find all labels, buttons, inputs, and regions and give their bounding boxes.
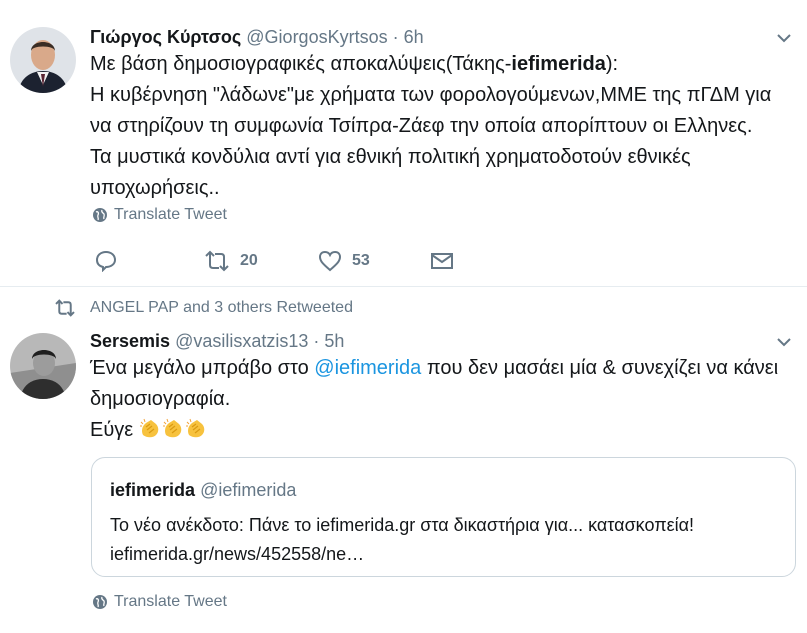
bold-text: iefimerida	[511, 53, 606, 75]
retweeted-by-banner[interactable]: ANGEL PAP and 3 others Retweeted	[54, 299, 353, 317]
globe-icon	[93, 208, 107, 222]
text-segment: Εύγε	[90, 419, 134, 441]
like-button[interactable]: 53	[318, 250, 430, 272]
quoted-author-name: iefimerida	[110, 480, 196, 500]
retweet-count: 20	[240, 252, 258, 269]
translate-tweet-link[interactable]: Translate Tweet	[92, 206, 227, 224]
chevron-down-icon[interactable]	[775, 333, 793, 351]
avatar[interactable]	[10, 27, 76, 93]
chevron-down-icon[interactable]	[775, 29, 793, 47]
text-segment: Ένα μεγάλο μπράβο στο	[90, 357, 315, 379]
tweet-sersemis[interactable]: ANGEL PAP and 3 others Retweeted Sersemi…	[0, 287, 807, 633]
retweeted-by-label: ANGEL PAP and 3 others Retweeted	[90, 299, 353, 316]
globe-icon	[93, 595, 107, 609]
tweet-actions: 20 53	[94, 250, 454, 272]
clapping-hands-icon	[139, 418, 159, 438]
tweet-text-line: Η κυβέρνηση "λάδωνε"με χρήματα των φορολ…	[90, 84, 772, 106]
clapping-hands-icon	[185, 418, 205, 438]
text-segment: Με βάση δημοσιογραφικές αποκαλύψεις(Τάκη…	[90, 53, 512, 75]
quoted-tweet-text: Το νέο ανέκδοτο: Πάνε το iefimerida.gr σ…	[110, 511, 790, 569]
avatar[interactable]	[10, 333, 76, 399]
clapping-hands-icon	[162, 418, 182, 438]
mention-link[interactable]: @iefimerida	[314, 357, 421, 379]
translate-tweet-link[interactable]: Translate Tweet	[92, 593, 227, 611]
tweet-text-line: Εύγε	[90, 415, 800, 446]
tweet-header: Sersemis @vasilisxatzis13 · 5h	[90, 331, 344, 352]
tweet-text: Ένα μεγάλο μπράβο στο @iefimerida που δε…	[90, 353, 800, 446]
heart-icon	[318, 250, 342, 272]
text-segment: ):	[605, 53, 619, 75]
text-segment: που δεν μασάει μία & συνεχίζει να κάνει	[421, 357, 779, 379]
quoted-text-line: Το νέο ανέκδοτο: Πάνε το iefimerida.gr σ…	[110, 515, 695, 535]
separator: ·	[313, 331, 320, 351]
author-name[interactable]: Γιώργος Κύρτσος	[90, 27, 241, 47]
envelope-icon	[431, 253, 453, 269]
reply-button[interactable]	[94, 250, 204, 272]
tweet-text-line: Τα μυστικά κονδύλια αντί για εθνική πολι…	[90, 146, 691, 168]
translate-label: Translate Tweet	[114, 593, 227, 610]
direct-message-button[interactable]	[430, 251, 454, 271]
tweet-text: Με βάση δημοσιογραφικές αποκαλύψεις(Τάκη…	[90, 49, 800, 204]
timestamp[interactable]: 6h	[404, 27, 424, 47]
quoted-tweet-header: iefimerida @iefimerida	[110, 480, 296, 501]
timestamp[interactable]: 5h	[324, 331, 344, 351]
author-handle[interactable]: @GiorgosKyrtsos	[246, 27, 387, 47]
tweet-kyrtsos[interactable]: Γιώργος Κύρτσος @GiorgosKyrtsos · 6h Με …	[0, 0, 807, 287]
translate-label: Translate Tweet	[114, 206, 227, 223]
quoted-author-handle: @iefimerida	[200, 480, 297, 500]
reply-icon	[95, 250, 117, 272]
tweet-text-line: να στηρίζουν τη συμφωνία Τσίπρα-Ζάεφ την…	[90, 115, 753, 137]
quoted-link[interactable]: iefimerida.gr/news/452558/ne…	[110, 540, 790, 569]
retweet-icon	[55, 299, 75, 317]
tweet-header: Γιώργος Κύρτσος @GiorgosKyrtsos · 6h	[90, 27, 424, 48]
tweet-text-line: Ένα μεγάλο μπράβο στο @iefimerida που δε…	[90, 353, 800, 384]
author-handle[interactable]: @vasilisxatzis13	[175, 331, 308, 351]
separator: ·	[392, 27, 399, 47]
like-count: 53	[352, 252, 370, 269]
tweet-text-line: υποχωρήσεις..	[90, 177, 220, 199]
quoted-tweet-card[interactable]: iefimerida @iefimerida Το νέο ανέκδοτο: …	[91, 457, 796, 577]
tweet-text-line: δημοσιογραφία.	[90, 388, 231, 410]
author-name[interactable]: Sersemis	[90, 331, 170, 351]
retweet-button[interactable]: 20	[204, 250, 318, 272]
tweet-text-line: Με βάση δημοσιογραφικές αποκαλύψεις(Τάκη…	[90, 49, 800, 80]
retweet-icon	[205, 250, 229, 272]
